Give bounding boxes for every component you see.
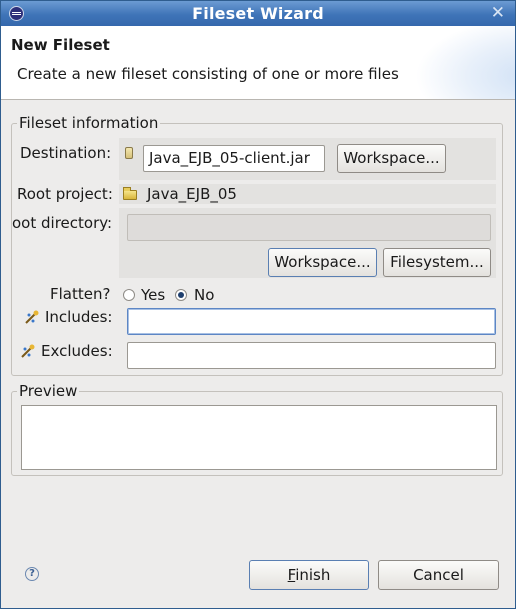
fileset-information-label: Fileset information bbox=[17, 114, 161, 132]
page-title: New Fileset bbox=[11, 36, 110, 54]
destination-label: Destination: bbox=[20, 144, 112, 162]
root-dir-filesystem-button[interactable]: Filesystem... bbox=[383, 248, 491, 277]
wizard-window: Fileset Wizard ✕ New Fileset Create a ne… bbox=[0, 0, 516, 609]
excludes-label: Excludes: bbox=[41, 342, 113, 360]
folder-icon bbox=[123, 187, 137, 200]
help-icon[interactable]: ? bbox=[25, 567, 39, 581]
filter-icon bbox=[25, 310, 39, 324]
root-project-value: Java_EJB_05 bbox=[147, 185, 237, 203]
root-project-label: Root project: bbox=[17, 185, 113, 203]
cancel-button[interactable]: Cancel bbox=[378, 560, 499, 590]
close-icon[interactable]: ✕ bbox=[491, 3, 505, 23]
root-directory-field[interactable] bbox=[127, 214, 491, 241]
preview-area[interactable] bbox=[21, 405, 497, 470]
includes-label: Includes: bbox=[45, 308, 113, 326]
destination-workspace-button[interactable]: Workspace... bbox=[337, 144, 446, 173]
flatten-no-label[interactable]: No bbox=[194, 286, 214, 304]
window-title: Fileset Wizard bbox=[192, 4, 324, 23]
filter-icon bbox=[21, 344, 35, 358]
flatten-yes-radio[interactable] bbox=[123, 289, 135, 301]
flatten-no-radio[interactable] bbox=[175, 289, 187, 301]
finish-label: inish bbox=[295, 566, 331, 584]
page-description: Create a new fileset consisting of one o… bbox=[17, 65, 399, 83]
destination-field[interactable]: Java_EJB_05-client.jar bbox=[143, 145, 325, 172]
includes-field[interactable] bbox=[127, 308, 496, 335]
preview-label: Preview bbox=[17, 382, 80, 400]
root-directory-label: oot directory: bbox=[12, 214, 113, 232]
excludes-field[interactable] bbox=[127, 342, 496, 369]
root-dir-workspace-button[interactable]: Workspace... bbox=[268, 248, 377, 277]
finish-button[interactable]: Finish bbox=[249, 560, 369, 590]
jar-icon bbox=[125, 147, 133, 159]
flatten-label: Flatten? bbox=[50, 285, 111, 303]
header-banner-graphic bbox=[415, 26, 515, 99]
wizard-header: New Fileset Create a new fileset consist… bbox=[1, 26, 515, 100]
flatten-yes-label[interactable]: Yes bbox=[141, 286, 165, 304]
title-bar[interactable]: Fileset Wizard ✕ bbox=[1, 1, 515, 26]
